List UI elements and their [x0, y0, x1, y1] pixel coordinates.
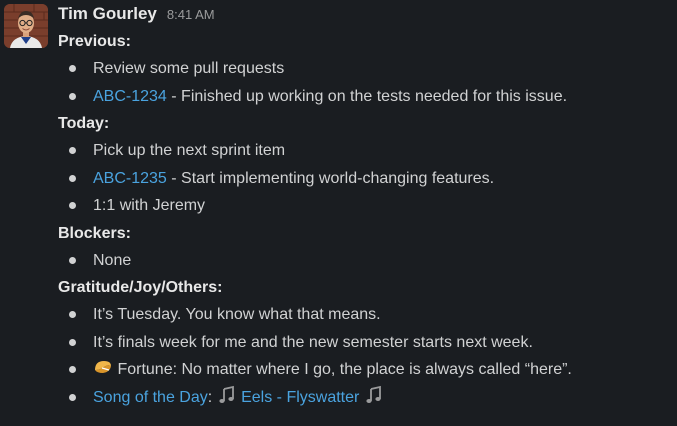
fortune-cookie-icon[interactable]	[93, 357, 113, 377]
bullet-icon	[69, 311, 76, 318]
issue-link-abc-1234[interactable]: ABC-1234	[93, 88, 167, 105]
list-item: ABC-1235 - Start implementing world-chan…	[58, 165, 670, 193]
message-content: Tim Gourley 8:41 AM Previous: Review som…	[58, 4, 670, 411]
list-item: Pick up the next sprint item	[58, 137, 670, 165]
sender-name[interactable]: Tim Gourley	[58, 4, 157, 24]
bullet-icon	[69, 174, 76, 182]
list-item-text: It’s Tuesday. You know what that means.	[93, 306, 381, 323]
bullet-icon	[69, 393, 76, 401]
bullet-icon	[69, 366, 76, 373]
bullet-icon	[69, 338, 76, 346]
list-item-text: Fortune: No matter where I go, the place…	[113, 361, 572, 378]
bullet-icon	[69, 202, 76, 209]
list-previous: Review some pull requests ABC-1234 - Fin…	[58, 55, 670, 110]
bullet-icon	[69, 92, 76, 100]
avatar[interactable]	[4, 4, 48, 48]
message-header: Tim Gourley 8:41 AM	[58, 4, 670, 28]
list-today: Pick up the next sprint item ABC-1235 - …	[58, 137, 670, 220]
list-item: It’s finals week for me and the new seme…	[58, 329, 670, 357]
song-link-eels-flyswatter[interactable]: Eels - Flyswatter	[241, 389, 359, 406]
list-item-text: Review some pull requests	[93, 60, 285, 77]
list-item: Review some pull requests	[58, 55, 670, 83]
list-item-text: :	[207, 388, 217, 406]
list-item: Song of the Day: Eels - Flyswatter	[58, 384, 670, 412]
list-item: None	[58, 247, 670, 275]
list-item: Fortune: No matter where I go, the place…	[58, 356, 670, 384]
musical-note-icon[interactable]	[217, 385, 237, 405]
list-item-text: 1:1 with Jeremy	[93, 197, 206, 214]
list-blockers: None	[58, 247, 670, 275]
section-heading-blockers: Blockers:	[58, 224, 131, 242]
musical-note-icon[interactable]	[364, 385, 384, 405]
bullet-icon	[69, 147, 76, 154]
list-item: 1:1 with Jeremy	[58, 192, 670, 220]
message: Tim Gourley 8:41 AM Previous: Review som…	[0, 0, 677, 426]
list-item-text: Pick up the next sprint item	[93, 142, 286, 159]
issue-link-abc-1235[interactable]: ABC-1235	[93, 170, 167, 187]
list-item-text: It’s finals week for me and the new seme…	[93, 333, 533, 351]
list-item: ABC-1234 - Finished up working on the te…	[58, 83, 670, 111]
song-of-the-day-link[interactable]: Song of the Day	[93, 389, 208, 406]
list-item-text: - Start implementing world-changing feat…	[166, 169, 495, 187]
list-item-text: None	[93, 251, 132, 269]
section-heading-previous: Previous:	[58, 33, 131, 50]
bullet-icon	[69, 65, 76, 72]
section-heading-today: Today:	[58, 115, 110, 132]
list-item: It’s Tuesday. You know what that means.	[58, 301, 670, 329]
list-gratitude: It’s Tuesday. You know what that means. …	[58, 301, 670, 411]
message-timestamp[interactable]: 8:41 AM	[167, 7, 215, 22]
list-item-text: - Finished up working on the tests neede…	[166, 87, 568, 105]
section-heading-gratitude: Gratitude/Joy/Others:	[58, 279, 223, 296]
bullet-icon	[69, 256, 76, 264]
